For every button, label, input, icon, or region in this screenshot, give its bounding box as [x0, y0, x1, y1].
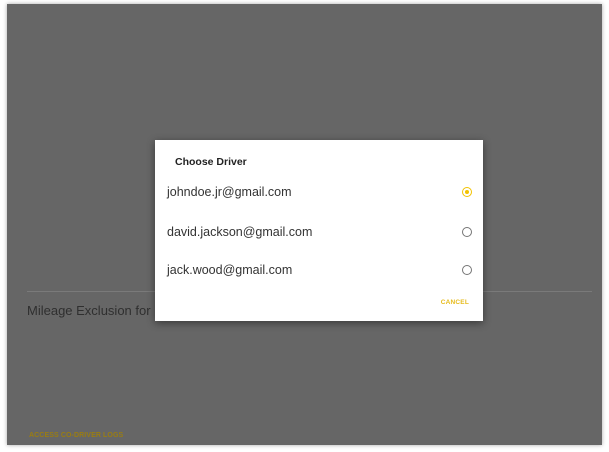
- radio-unselected-icon[interactable]: [462, 227, 472, 237]
- driver-option-david-jackson[interactable]: david.jackson@gmail.com: [155, 216, 483, 250]
- driver-option-label: jack.wood@gmail.com: [167, 263, 293, 277]
- driver-option-label: david.jackson@gmail.com: [167, 225, 313, 239]
- driver-option-johndoe[interactable]: johndoe.jr@gmail.com: [155, 176, 483, 210]
- access-co-driver-logs-link[interactable]: ACCESS CO-DRIVER LOGS: [29, 432, 123, 439]
- dialog-title: Choose Driver: [175, 156, 247, 168]
- radio-unselected-icon[interactable]: [462, 265, 472, 275]
- app-screen: Mileage Exclusion for ACCESS CO-DRIVER L…: [7, 4, 602, 445]
- driver-option-label: johndoe.jr@gmail.com: [167, 185, 292, 199]
- driver-option-jack-wood[interactable]: jack.wood@gmail.com: [155, 254, 483, 288]
- mileage-exclusion-label: Mileage Exclusion for: [27, 303, 151, 318]
- radio-selected-icon[interactable]: [462, 187, 472, 197]
- cancel-button[interactable]: CANCEL: [441, 299, 469, 306]
- choose-driver-dialog: Choose Driver johndoe.jr@gmail.com david…: [155, 140, 483, 321]
